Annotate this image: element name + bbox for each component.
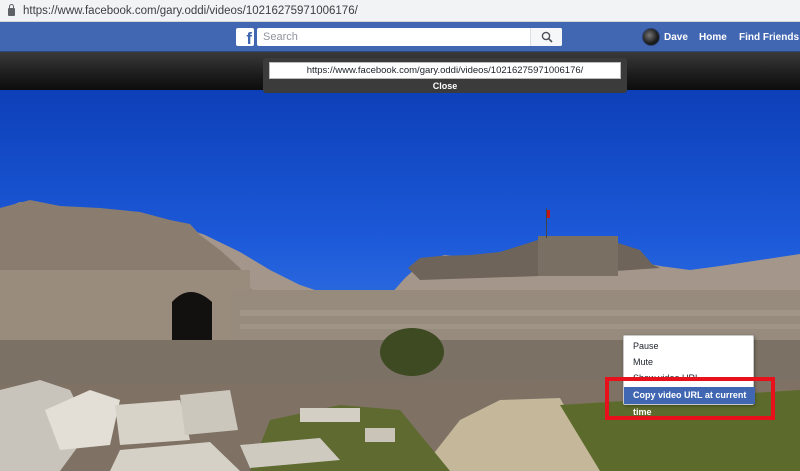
profile-link[interactable]: Dave xyxy=(642,22,688,52)
close-button[interactable]: Close xyxy=(263,81,627,92)
home-link[interactable]: Home xyxy=(699,22,727,52)
find-friends-link[interactable]: Find Friends xyxy=(739,22,799,52)
address-url[interactable]: https://www.facebook.com/gary.oddi/video… xyxy=(23,5,358,17)
facebook-top-bar: f Dave Home Find Friends xyxy=(0,22,800,52)
menu-item-mute[interactable]: Mute xyxy=(624,354,755,371)
address-bar[interactable]: https://www.facebook.com/gary.oddi/video… xyxy=(0,0,800,22)
search-input[interactable] xyxy=(257,28,529,46)
facebook-logo-icon[interactable]: f xyxy=(236,28,254,46)
search-box xyxy=(257,28,562,46)
highlight-box xyxy=(605,377,775,420)
video-url-field[interactable] xyxy=(269,62,621,79)
video-url-popup: Close xyxy=(263,58,627,93)
profile-name: Dave xyxy=(664,31,688,43)
avatar xyxy=(642,28,660,46)
lock-icon xyxy=(8,4,15,16)
menu-item-pause[interactable]: Pause xyxy=(624,338,755,355)
search-button[interactable] xyxy=(530,28,562,46)
search-icon xyxy=(541,31,553,43)
